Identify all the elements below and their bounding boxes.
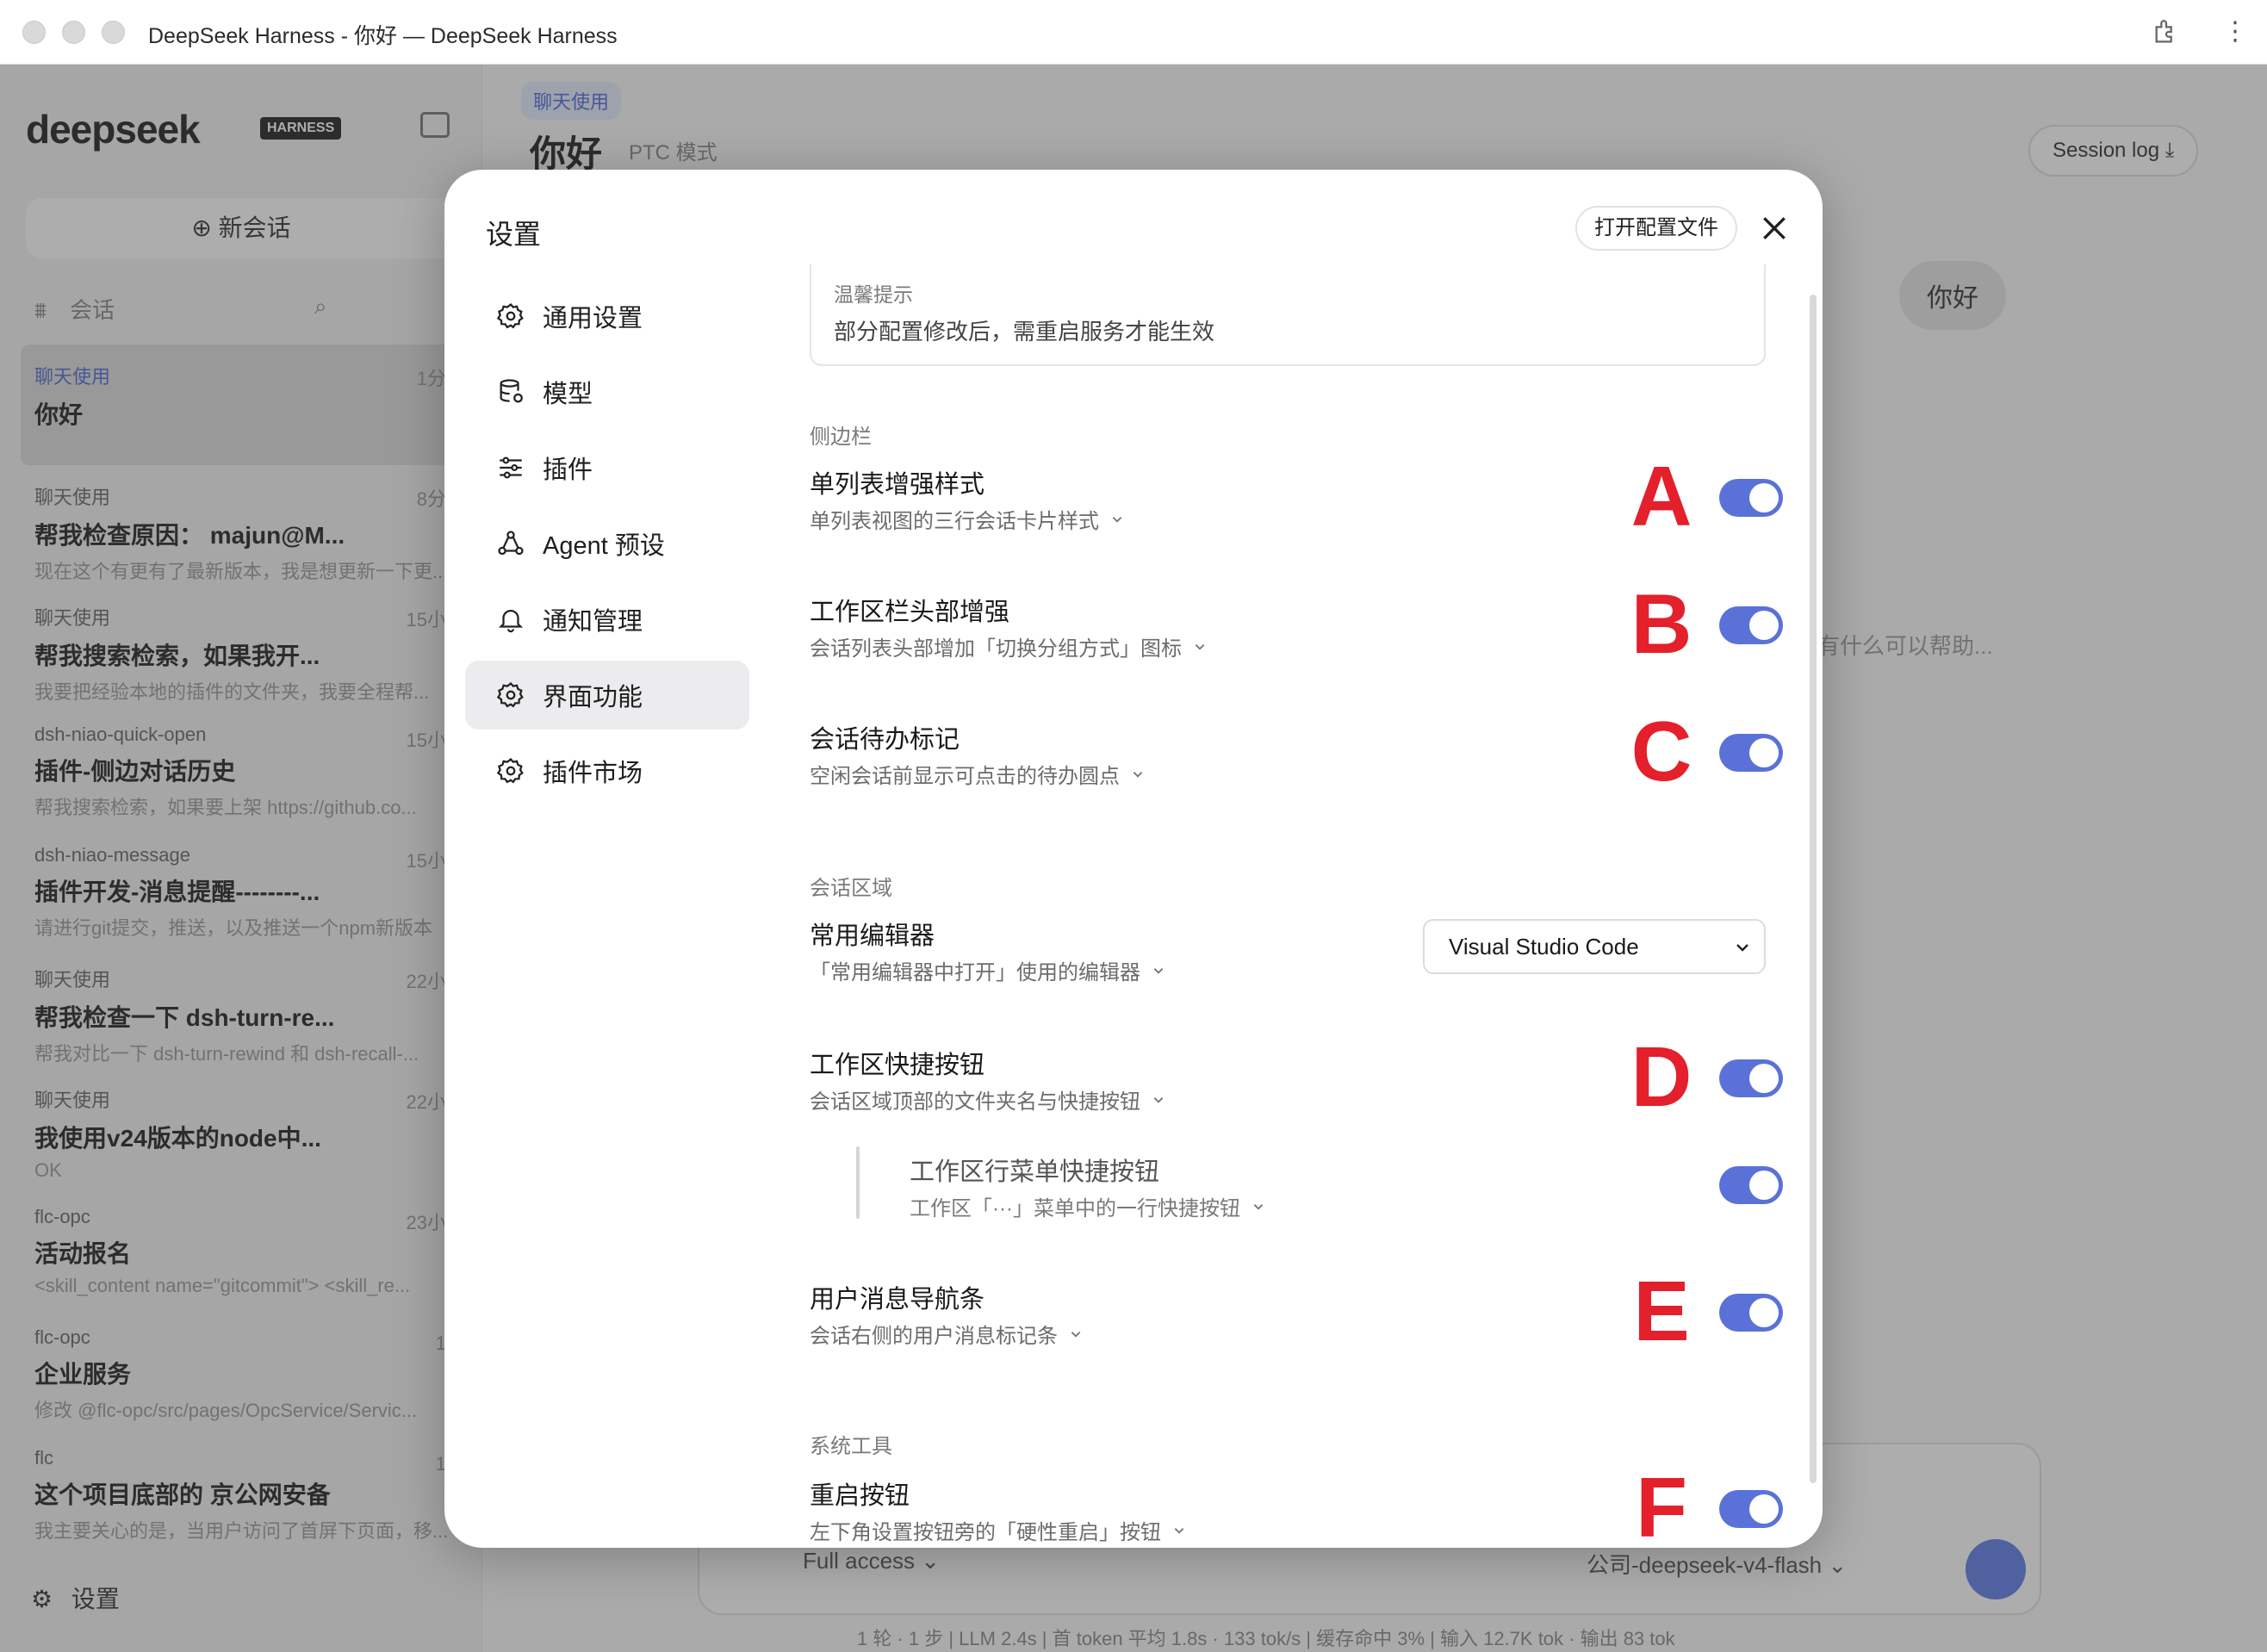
close-window-button[interactable] <box>22 21 46 44</box>
setting-title: 用户消息导航条 <box>810 1286 985 1314</box>
tip-box: 温馨提示 部分配置修改后，需重启服务才能生效 <box>810 264 1766 366</box>
content-scrollbar[interactable] <box>1810 295 1817 1483</box>
tip-text: 部分配置修改后，需重启服务才能生效 <box>834 319 1215 345</box>
section-label-sidebar: 侧边栏 <box>810 425 872 449</box>
chevron-down-icon <box>1253 1204 1264 1210</box>
chevron-down-icon <box>1071 1332 1081 1338</box>
chevron-down-icon <box>1195 644 1205 650</box>
annotation-marker: E <box>1633 1264 1690 1358</box>
editor-select[interactable]: Visual Studio Code <box>1423 919 1766 974</box>
zoom-window-button[interactable] <box>102 21 125 44</box>
setting-title: 工作区栏头部增强 <box>810 599 1010 626</box>
gear-icon <box>496 758 524 784</box>
annotation-marker: A <box>1630 449 1692 543</box>
nav-label: 插件市场 <box>543 760 643 787</box>
setting-description[interactable]: 会话右侧的用户消息标记条 <box>810 1319 1082 1349</box>
more-vertical-icon[interactable]: ⋮ <box>2220 16 2250 48</box>
chevron-down-icon <box>1133 772 1143 778</box>
setting-title: 工作区行菜单快捷按钮 <box>910 1158 1160 1186</box>
annotation-marker: F <box>1636 1460 1687 1548</box>
nav-label: 界面功能 <box>543 684 643 711</box>
todo-mark-toggle[interactable] <box>1719 734 1783 772</box>
annotation-marker: C <box>1630 704 1692 798</box>
chevron-down-icon <box>1153 968 1164 974</box>
setting-title: 常用编辑器 <box>810 922 935 950</box>
user-message-nav-toggle[interactable] <box>1719 1294 1783 1332</box>
section-label-conversation: 会话区域 <box>810 877 892 900</box>
setting-description[interactable]: 会话列表头部增加「切换分组方式」图标 <box>810 631 1206 661</box>
chevron-down-icon <box>1153 1097 1164 1103</box>
open-config-file-button[interactable]: 打开配置文件 <box>1575 206 1737 251</box>
extension-icon[interactable] <box>2152 17 2181 47</box>
dialog-title: 设置 <box>486 219 542 250</box>
settings-nav: 通用设置 模型 插件 Agent 预设 通知管理 界面功能 插件市场 <box>465 282 749 812</box>
nav-label: 插件 <box>543 456 593 484</box>
chevron-down-icon <box>1112 517 1122 523</box>
setting-description[interactable]: 会话区域顶部的文件夹名与快捷按钮 <box>810 1084 1165 1115</box>
nav-item-agent-presets[interactable]: Agent 预设 <box>465 509 749 578</box>
chevron-down-icon <box>1736 944 1748 952</box>
nav-item-model[interactable]: 模型 <box>465 357 749 426</box>
tip-title: 温馨提示 <box>834 283 913 306</box>
window-title: DeepSeek Harness - 你好 — DeepSeek Harness <box>148 24 618 48</box>
setting-title: 工作区快捷按钮 <box>810 1052 985 1079</box>
workspace-header-toggle[interactable] <box>1719 606 1783 644</box>
nav-item-plugins[interactable]: 插件 <box>465 433 749 502</box>
minimize-window-button[interactable] <box>62 21 85 44</box>
sliders-icon <box>500 456 522 479</box>
setting-description[interactable]: 左下角设置按钮旁的「硬性重启」按钮 <box>810 1515 1185 1545</box>
setting-title: 会话待办标记 <box>810 726 960 754</box>
nav-label: 通知管理 <box>543 608 643 636</box>
editor-select-value: Visual Studio Code <box>1449 934 1639 960</box>
settings-content: 温馨提示 部分配置修改后，需重启服务才能生效 侧边栏 单列表增强样式 单列表视图… <box>810 264 1783 1548</box>
workspace-quick-button-toggle[interactable] <box>1719 1059 1783 1097</box>
database-icon <box>500 379 523 403</box>
gear-icon <box>496 682 524 708</box>
nav-item-interface-features[interactable]: 界面功能 <box>465 661 749 730</box>
chevron-down-icon <box>1174 1528 1184 1534</box>
close-icon[interactable] <box>1757 211 1792 245</box>
agent-icon <box>498 531 524 556</box>
nav-item-notifications[interactable]: 通知管理 <box>465 585 749 654</box>
bell-icon <box>498 610 524 633</box>
nav-label: Agent 预设 <box>543 532 665 560</box>
nav-item-general[interactable]: 通用设置 <box>465 282 749 351</box>
nav-label: 模型 <box>543 381 593 408</box>
nav-label: 通用设置 <box>543 305 643 332</box>
single-list-enhanced-toggle[interactable] <box>1719 479 1783 517</box>
gear-icon <box>496 303 524 329</box>
setting-description[interactable]: 「常用编辑器中打开」使用的编辑器 <box>810 955 1165 985</box>
section-label-system: 系统工具 <box>810 1435 892 1458</box>
nav-item-plugin-market[interactable]: 插件市场 <box>465 736 749 805</box>
annotation-marker: D <box>1630 1029 1692 1124</box>
nested-setting-rail <box>856 1146 860 1219</box>
setting-description[interactable]: 空闲会话前显示可点击的待办圆点 <box>810 759 1144 789</box>
workspace-menu-quick-toggle[interactable] <box>1719 1166 1783 1204</box>
setting-description[interactable]: 工作区「···」菜单中的一行快捷按钮 <box>910 1191 1264 1221</box>
settings-dialog: 设置 打开配置文件 通用设置 模型 插件 Agent 预设 通知管理 界面功能 <box>444 170 1823 1548</box>
window-titlebar: DeepSeek Harness - 你好 — DeepSeek Harness… <box>0 0 2267 65</box>
annotation-marker: B <box>1630 576 1692 671</box>
setting-title: 单列表增强样式 <box>810 471 985 499</box>
setting-description[interactable]: 单列表视图的三行会话卡片样式 <box>810 504 1123 534</box>
restart-button-toggle[interactable] <box>1719 1490 1783 1528</box>
setting-title: 重启按钮 <box>810 1482 910 1510</box>
